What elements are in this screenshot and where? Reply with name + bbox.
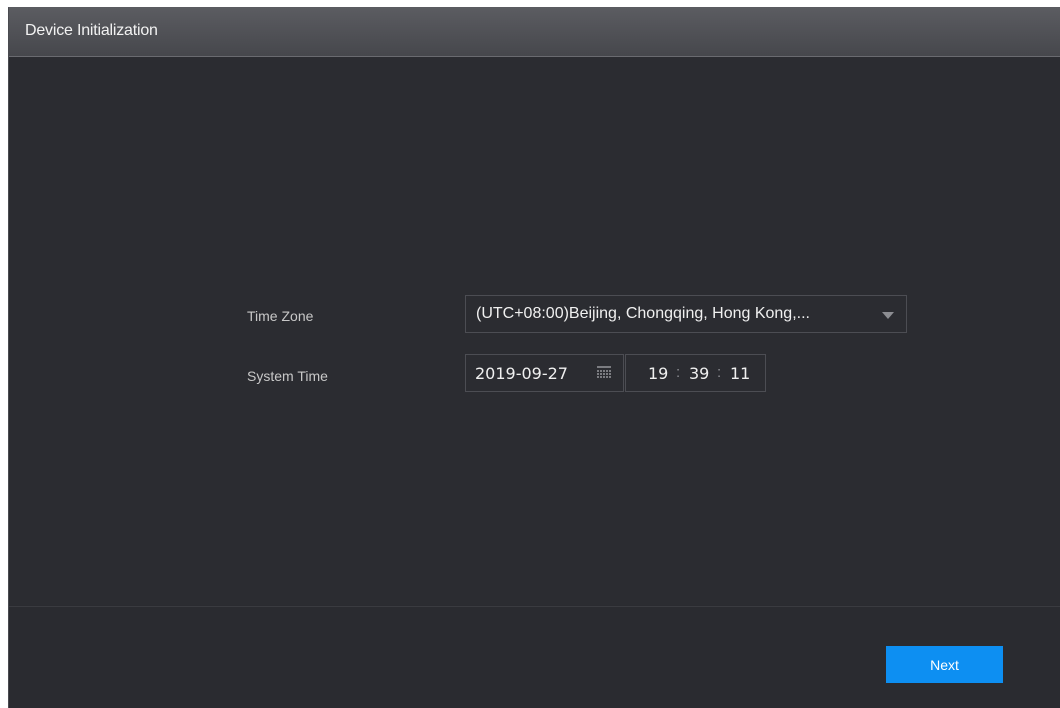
chevron-down-icon[interactable]: [882, 312, 894, 319]
time-minutes[interactable]: 39: [689, 364, 709, 383]
window-title: Device Initialization: [25, 22, 158, 39]
time-field[interactable]: 19 : 39 : 11: [625, 354, 766, 392]
calendar-icon[interactable]: [597, 366, 611, 379]
time-zone-select[interactable]: (UTC+08:00)Beijing, Chongqing, Hong Kong…: [465, 295, 907, 333]
system-time-label: System Time: [247, 368, 328, 384]
time-zone-value: (UTC+08:00)Beijing, Chongqing, Hong Kong…: [476, 305, 810, 322]
time-zone-label: Time Zone: [247, 308, 314, 324]
time-separator: :: [676, 364, 681, 381]
date-field[interactable]: 2019-09-27: [465, 354, 624, 392]
next-button[interactable]: Next: [886, 646, 1003, 683]
time-hours[interactable]: 19: [648, 364, 668, 383]
title-bar: Device Initialization: [9, 8, 1060, 57]
content-panel: Time Zone System Time (UTC+08:00)Beijing…: [9, 57, 1060, 605]
time-seconds[interactable]: 11: [730, 364, 750, 383]
date-value: 2019-09-27: [475, 364, 568, 383]
time-separator: :: [717, 364, 722, 381]
device-initialization-window: Device Initialization Time Zone System T…: [8, 7, 1060, 708]
